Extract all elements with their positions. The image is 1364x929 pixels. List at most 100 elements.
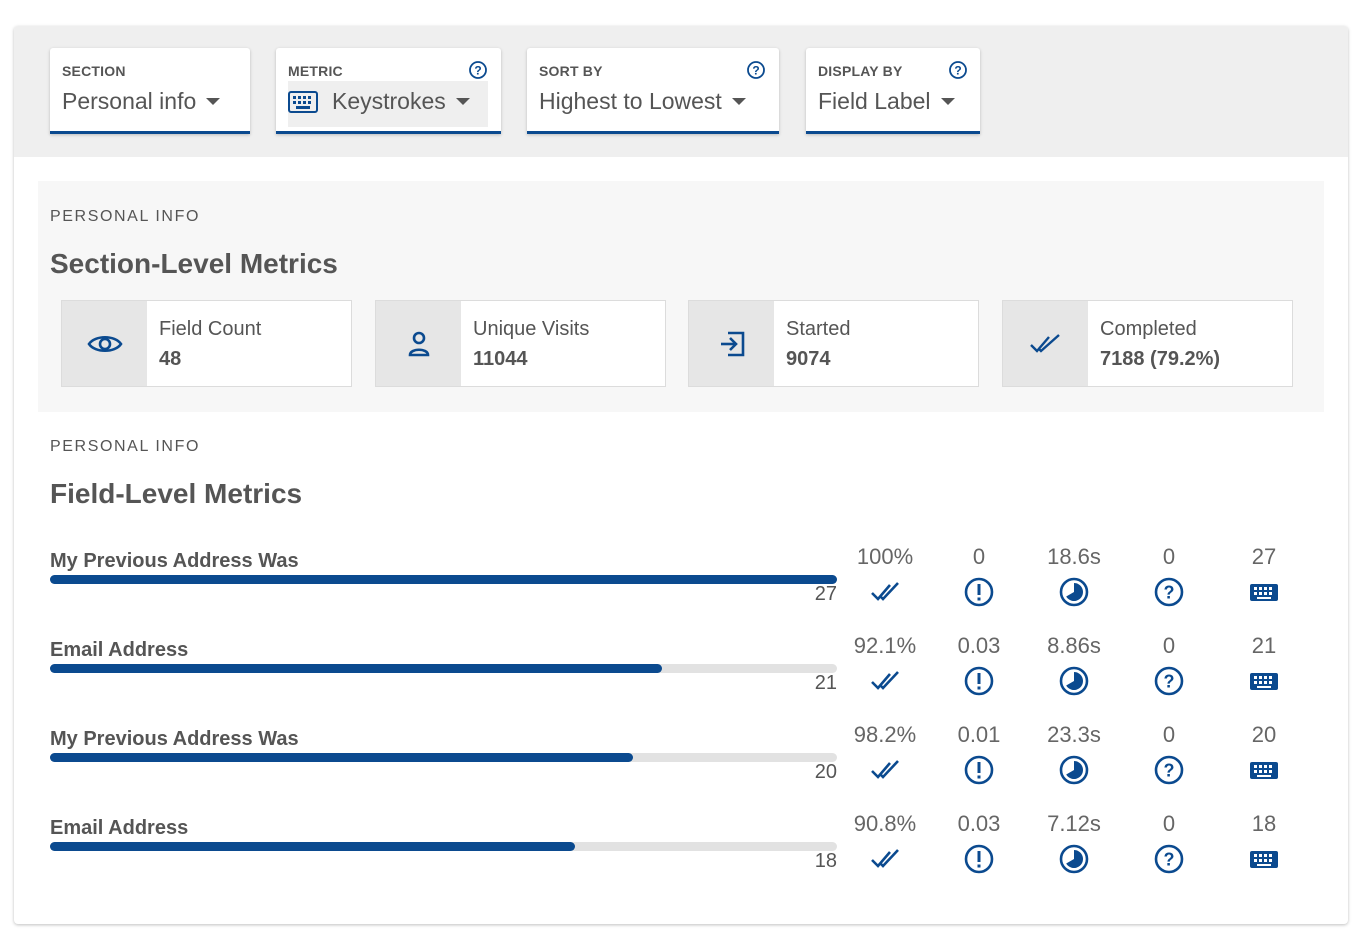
field-row: My Previous Address Was 20 98.2% 0.01 23.3s 0… xyxy=(14,722,1348,817)
display-by-dropdown-label: DISPLAY BY xyxy=(818,63,903,79)
metric-time-value: 7.12s xyxy=(1047,811,1101,836)
metric-time-value: 23.3s xyxy=(1047,722,1101,747)
caret-down-icon xyxy=(731,98,746,105)
keyboard-icon xyxy=(1248,665,1280,697)
help-icon: ? xyxy=(1153,665,1185,697)
svg-text:?: ? xyxy=(954,64,961,78)
sort-by-selected-value: Highest to Lowest xyxy=(539,88,722,114)
keyboard-icon xyxy=(288,90,318,113)
metric-completion-value: 98.2% xyxy=(853,722,917,747)
field-bar-track xyxy=(50,575,837,584)
stat-field-count: Field Count 48 xyxy=(61,300,352,387)
keyboard-icon xyxy=(1248,754,1280,786)
metric-keystrokes-value: 20 xyxy=(1251,722,1277,747)
field-count: 18 xyxy=(814,850,837,872)
field-bar-fill xyxy=(50,753,634,762)
stat-label: Started xyxy=(786,318,851,340)
clock-icon xyxy=(1058,576,1090,608)
field-label[interactable]: My Previous Address Was xyxy=(50,728,299,751)
metric-errors-value: 0.03 xyxy=(957,811,1001,836)
sort-by-dropdown[interactable]: SORT BY ? Highest to Lowest xyxy=(527,48,779,134)
filter-bar: SECTION Personal info METRIC ? Keystroke… xyxy=(14,26,1348,157)
display-by-selected-value: Field Label xyxy=(818,88,931,114)
metric-help-value: 0 xyxy=(1162,811,1176,836)
svg-text:?: ? xyxy=(474,64,481,78)
double-check-icon xyxy=(1029,333,1060,353)
svg-text:?: ? xyxy=(1164,672,1175,692)
keyboard-icon xyxy=(1248,576,1280,608)
field-row: Email Address 21 92.1% 0.03 8.86s 0? 21 xyxy=(14,633,1348,728)
stat-value: 48 xyxy=(159,348,182,370)
help-icon[interactable]: ? xyxy=(468,60,488,80)
svg-text:?: ? xyxy=(752,64,759,78)
metric-completion-value: 92.1% xyxy=(853,633,917,658)
caret-down-icon xyxy=(206,98,221,105)
field-count: 20 xyxy=(814,761,837,783)
svg-text:?: ? xyxy=(1164,761,1175,781)
metric-keystrokes-value: 27 xyxy=(1251,544,1277,569)
metric-dropdown-label: METRIC xyxy=(288,63,343,79)
help-icon: ? xyxy=(1153,843,1185,875)
metric-help-value: 0 xyxy=(1162,633,1176,658)
help-icon: ? xyxy=(1153,576,1185,608)
section-dropdown[interactable]: SECTION Personal info xyxy=(50,48,250,134)
stat-label: Completed xyxy=(1100,318,1197,340)
field-label[interactable]: My Previous Address Was xyxy=(50,550,299,573)
metric-dropdown-value[interactable]: Keystrokes xyxy=(288,88,470,115)
stat-started: Started 9074 xyxy=(688,300,979,387)
enter-icon xyxy=(720,331,744,356)
metric-errors-value: 0 xyxy=(972,544,986,569)
stat-completed: Completed 7188 (79.2%) xyxy=(1002,300,1293,387)
field-bar-fill xyxy=(50,575,837,584)
section-dropdown-label: SECTION xyxy=(62,63,126,79)
metric-errors-value: 0.03 xyxy=(957,633,1001,658)
stat-value: 7188 (79.2%) xyxy=(1100,348,1221,370)
field-label[interactable]: Email Address xyxy=(50,639,188,662)
field-row: Email Address 18 90.8% 0.03 7.12s 0? 18 xyxy=(14,811,1348,906)
alert-icon xyxy=(963,843,995,875)
double-check-icon xyxy=(869,843,901,875)
metric-keystrokes-value: 21 xyxy=(1251,633,1277,658)
metric-dropdown[interactable]: METRIC ? Keystrokes xyxy=(276,48,501,134)
section-eyebrow: PERSONAL INFO xyxy=(50,208,201,225)
metric-help-value: 0 xyxy=(1162,544,1176,569)
stat-unique-visits: Unique Visits 11044 xyxy=(375,300,666,387)
section-selected-value: Personal info xyxy=(62,88,197,114)
field-count: 21 xyxy=(814,672,837,694)
svg-text:?: ? xyxy=(1164,850,1175,870)
stat-label: Field Count xyxy=(159,318,262,340)
stat-value: 9074 xyxy=(786,348,831,370)
field-metrics-title: Field-Level Metrics xyxy=(50,478,303,509)
section-metrics-title: Section-Level Metrics xyxy=(50,248,338,279)
metric-completion-value: 90.8% xyxy=(853,811,917,836)
section-dropdown-value[interactable]: Personal info xyxy=(62,88,221,115)
alert-icon xyxy=(963,665,995,697)
field-row: My Previous Address Was 27 100% 0 18.6s 0? 27 xyxy=(14,544,1348,639)
field-count: 27 xyxy=(814,583,837,605)
clock-icon xyxy=(1058,665,1090,697)
stat-value: 11044 xyxy=(473,348,528,370)
alert-icon xyxy=(963,576,995,608)
help-icon[interactable]: ? xyxy=(746,60,766,80)
field-label[interactable]: Email Address xyxy=(50,817,188,840)
metric-keystrokes-value: 18 xyxy=(1251,811,1277,836)
help-icon: ? xyxy=(1153,754,1185,786)
metric-time-value: 8.86s xyxy=(1047,633,1101,658)
person-icon xyxy=(408,331,429,356)
keyboard-icon xyxy=(1248,843,1280,875)
double-check-icon xyxy=(869,665,901,697)
sort-by-dropdown-value[interactable]: Highest to Lowest xyxy=(539,88,746,115)
metric-errors-value: 0.01 xyxy=(957,722,1001,747)
metric-help-value: 0 xyxy=(1162,722,1176,747)
svg-text:?: ? xyxy=(1164,583,1175,603)
display-by-dropdown-value[interactable]: Field Label xyxy=(818,88,955,115)
double-check-icon xyxy=(869,754,901,786)
sort-by-dropdown-label: SORT BY xyxy=(539,63,603,79)
form-analytics-card: SECTION Personal info METRIC ? Keystroke… xyxy=(14,26,1348,924)
double-check-icon xyxy=(869,576,901,608)
metric-selected-value: Keystrokes xyxy=(332,88,446,114)
metric-completion-value: 100% xyxy=(856,544,914,569)
clock-icon xyxy=(1058,843,1090,875)
display-by-dropdown[interactable]: DISPLAY BY ? Field Label xyxy=(806,48,980,134)
help-icon[interactable]: ? xyxy=(948,60,968,80)
